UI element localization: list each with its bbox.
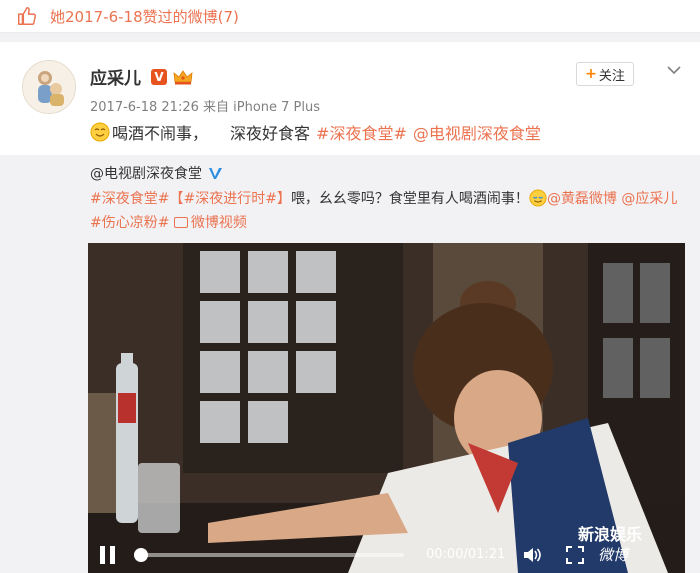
emoji-icon bbox=[90, 122, 110, 142]
content-text-2: 深夜好食客 bbox=[230, 124, 311, 143]
repost-mention-2[interactable]: @应采儿 bbox=[621, 191, 677, 207]
fullscreen-icon[interactable] bbox=[566, 546, 584, 564]
video-link-label: 微博视频 bbox=[190, 215, 247, 231]
video-link[interactable]: 微博视频 bbox=[173, 215, 247, 231]
video-icon bbox=[173, 217, 188, 228]
verified-blue-icon bbox=[209, 167, 222, 179]
post-meta[interactable]: 2017-6-18 21:26 来自 iPhone 7 Plus bbox=[90, 96, 320, 115]
crown-icon[interactable] bbox=[173, 69, 193, 85]
repost-mention-1[interactable]: @黄磊微博 bbox=[547, 191, 617, 207]
verified-icon[interactable]: V bbox=[151, 68, 167, 85]
video-player[interactable]: 新浪娱乐 微博 00:00/01:21 bbox=[88, 243, 685, 573]
avatar[interactable] bbox=[22, 60, 76, 114]
content-text-1: 喝酒不闹事， bbox=[112, 124, 209, 143]
liked-header-text[interactable]: 她2017-6-18赞过的微博(7) bbox=[50, 6, 239, 27]
post-content: 喝酒不闹事， 深夜好食客 #深夜食堂# @电视剧深夜食堂 bbox=[90, 120, 541, 144]
progress-bar[interactable] bbox=[134, 553, 404, 557]
thumbs-up-icon bbox=[18, 7, 37, 25]
video-time: 00:00/01:21 bbox=[426, 547, 506, 562]
author-name[interactable]: 应采儿 bbox=[90, 64, 141, 89]
video-frame bbox=[88, 243, 685, 573]
repost-topic-2[interactable]: #伤心凉粉# bbox=[90, 215, 169, 231]
volume-icon[interactable] bbox=[522, 546, 542, 564]
liked-header: 她2017-6-18赞过的微博(7) bbox=[0, 0, 700, 33]
repost-block: @电视剧深夜食堂 #深夜食堂#【#深夜进行时#】喂，幺幺零吗？食堂里有人喝酒闹事… bbox=[0, 155, 700, 573]
plus-icon: + bbox=[585, 66, 597, 82]
repost-topic-1[interactable]: #深夜食堂# bbox=[90, 191, 169, 207]
follow-label: 关注 bbox=[598, 68, 625, 84]
repost-bracket[interactable]: 【#深夜进行时#】 bbox=[169, 191, 290, 207]
repost-author: @电视剧深夜食堂 bbox=[90, 163, 223, 183]
avatar-illustration bbox=[23, 61, 75, 113]
repost-text: #深夜食堂#【#深夜进行时#】喂，幺幺零吗？食堂里有人喝酒闹事！ @黄磊微博 @应… bbox=[90, 187, 690, 235]
topic-link[interactable]: #深夜食堂# bbox=[316, 120, 407, 144]
post-author: 应采儿 V bbox=[90, 64, 193, 89]
video-controls: 00:00/01:21 bbox=[88, 537, 685, 573]
divider bbox=[0, 33, 700, 42]
play-pause-icon[interactable] bbox=[100, 546, 116, 564]
repost-body: 喂，幺幺零吗？食堂里有人喝酒闹事！ bbox=[290, 191, 529, 207]
weibo-card: 应采儿 V + 关注 2017-6-18 21:26 来自 iPhone 7 P… bbox=[0, 42, 700, 573]
progress-knob[interactable] bbox=[134, 548, 148, 562]
emoji-icon bbox=[529, 189, 547, 207]
chevron-down-icon[interactable] bbox=[666, 64, 682, 76]
mention-link[interactable]: @电视剧深夜食堂 bbox=[413, 120, 541, 144]
repost-author-name[interactable]: @电视剧深夜食堂 bbox=[90, 163, 202, 183]
follow-button[interactable]: + 关注 bbox=[576, 62, 634, 86]
